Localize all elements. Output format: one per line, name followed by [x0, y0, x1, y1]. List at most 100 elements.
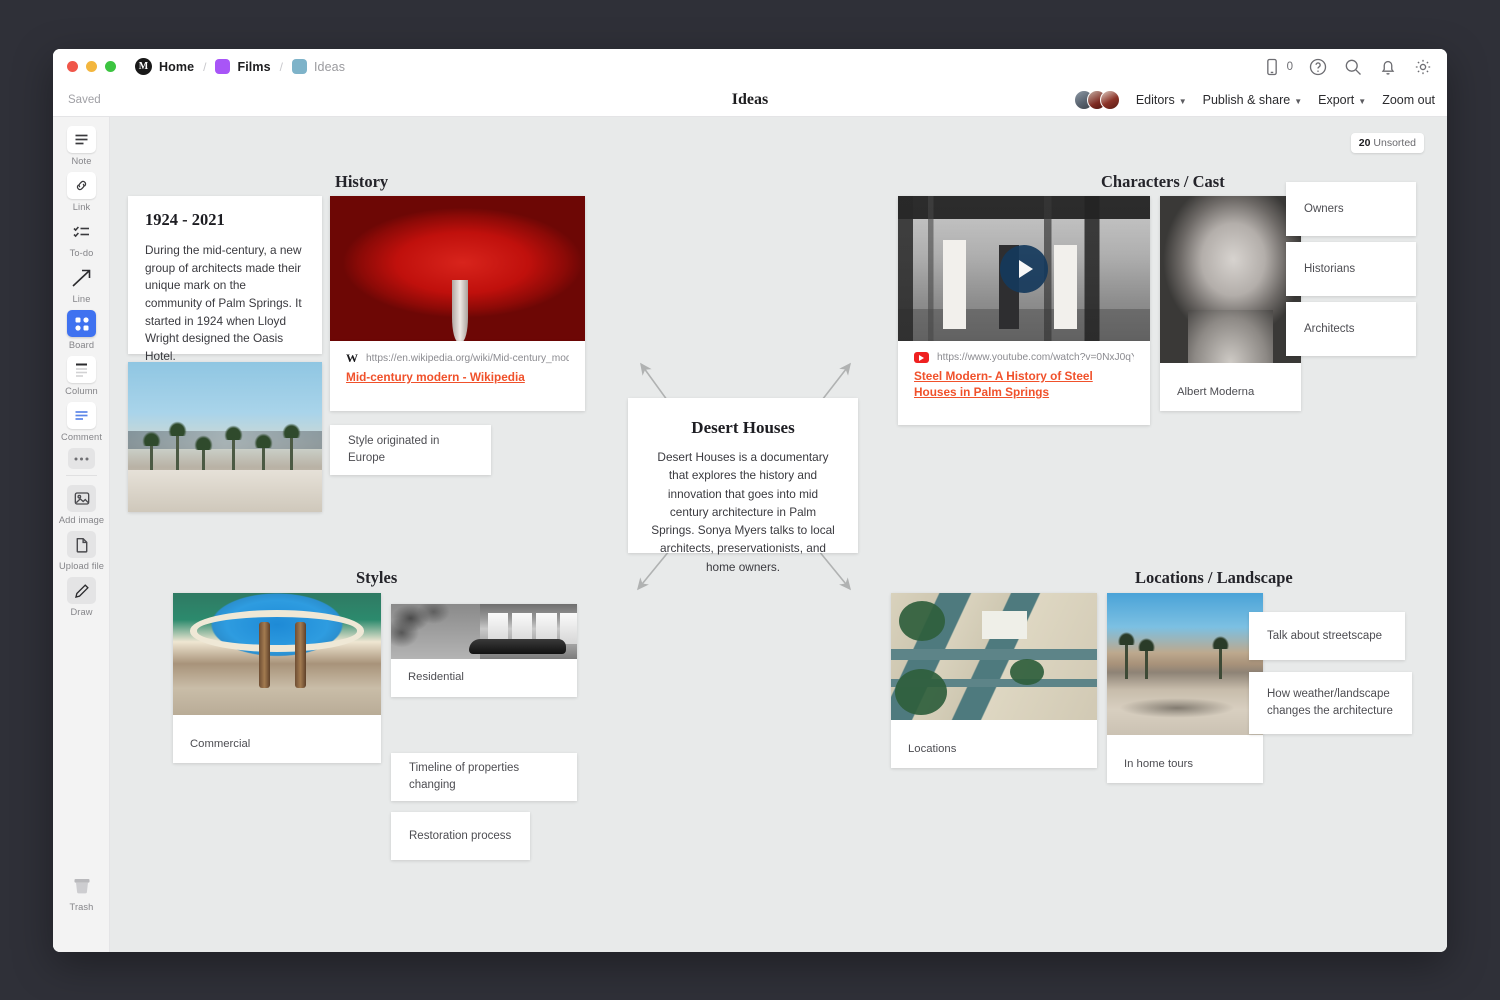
history-link-card[interactable]: W https://en.wikipedia.org/wiki/Mid-cent… [330, 341, 585, 411]
milanote-logo-icon: M [135, 58, 152, 75]
street-caption: In home tours [1107, 745, 1263, 783]
unsorted-badge[interactable]: 20 Unsorted [1351, 133, 1424, 153]
bell-icon[interactable] [1378, 57, 1398, 77]
breadcrumb-item-ideas[interactable]: Ideas [314, 60, 345, 74]
tool-label: Column [65, 386, 98, 396]
chevron-down-icon: ▼ [1294, 97, 1302, 106]
tool-label: Board [69, 340, 94, 350]
search-icon[interactable] [1343, 57, 1363, 77]
chevron-down-icon: ▼ [1179, 97, 1187, 106]
characters-video-thumbnail[interactable] [898, 196, 1150, 341]
history-note-card[interactable]: 1924 - 2021 During the mid-century, a ne… [128, 196, 322, 354]
editors-menu-label: Editors [1136, 93, 1175, 107]
center-node-card[interactable]: Desert Houses Desert Houses is a documen… [628, 398, 858, 553]
history-tag-card[interactable]: Style originated in Europe [330, 425, 491, 475]
breadcrumb-item-home[interactable]: Home [159, 60, 194, 74]
phone-icon [1262, 57, 1282, 77]
tool-label: Line [73, 294, 91, 304]
minimize-window-button[interactable] [86, 61, 97, 72]
tool-label: Trash [70, 902, 94, 912]
zoom-out-label: Zoom out [1382, 93, 1435, 107]
link-title[interactable]: Mid-century modern - Wikipedia [330, 364, 585, 400]
line-arrow-icon [67, 264, 96, 291]
characters-tag-architects[interactable]: Architects [1286, 302, 1416, 356]
tree-trunk [295, 622, 306, 688]
palm-decoration [150, 439, 153, 473]
tool-link[interactable]: Link [53, 172, 110, 212]
todo-icon [67, 218, 96, 245]
play-button[interactable] [1000, 245, 1048, 293]
aerial-photo [891, 593, 1097, 720]
board-canvas[interactable]: 20 Unsorted History 1924 - 2021 During t… [110, 117, 1447, 952]
board-square-icon-ideas [292, 59, 307, 74]
close-window-button[interactable] [67, 61, 78, 72]
history-chair-image[interactable] [330, 196, 585, 341]
locations-tag-streetscape[interactable]: Talk about streetscape [1249, 612, 1405, 660]
comment-icon [67, 402, 96, 429]
tool-todo[interactable]: To-do [53, 218, 110, 258]
residential-column [560, 613, 577, 644]
body: Note Link To-do [53, 117, 1447, 952]
tool-comment[interactable]: Comment [53, 402, 110, 442]
locations-street-card[interactable]: In home tours [1107, 593, 1263, 783]
palm-decoration [202, 443, 205, 473]
tool-add-image[interactable]: Add image [53, 485, 110, 525]
tool-board[interactable]: Board [53, 310, 110, 350]
more-dots-icon [68, 448, 95, 469]
phone-group[interactable]: 0 [1262, 57, 1293, 77]
unsorted-count: 20 [1359, 137, 1371, 149]
residential-caption: Residential [391, 658, 577, 697]
maximize-window-button[interactable] [105, 61, 116, 72]
characters-portrait-card[interactable]: Albert Moderna [1160, 196, 1301, 411]
tool-upload-file[interactable]: Upload file [53, 531, 110, 571]
trash-icon [67, 872, 96, 899]
locations-aerial-card[interactable]: Locations [891, 593, 1097, 768]
section-title-history: History [335, 172, 388, 192]
board-square-icon-films [215, 59, 230, 74]
link-title[interactable]: Steel Modern- A History of Steel Houses … [898, 363, 1150, 415]
tool-label: Add image [59, 515, 104, 525]
styles-commercial-card[interactable]: Commercial [173, 593, 381, 763]
characters-tag-owners[interactable]: Owners [1286, 182, 1416, 236]
subheader-actions: Editors ▼ Publish & share ▼ Export ▼ Zoo… [1074, 90, 1435, 110]
tool-more[interactable] [53, 448, 110, 469]
portrait-photo [1160, 196, 1301, 363]
street-photo [1107, 593, 1263, 735]
street-shadow [1119, 698, 1234, 718]
palm-decoration [290, 431, 293, 473]
editors-menu[interactable]: Editors ▼ [1136, 93, 1187, 107]
characters-link-card[interactable]: https://www.youtube.com/watch?v=0NxJ0qYn… [898, 341, 1150, 425]
tool-column[interactable]: Column [53, 356, 110, 396]
unsorted-label: Unsorted [1373, 137, 1416, 149]
residential-car [469, 639, 566, 653]
history-palm-springs-image[interactable] [128, 362, 322, 512]
locations-tag-weather[interactable]: How weather/landscape changes the archit… [1249, 672, 1412, 734]
publish-share-menu[interactable]: Publish & share ▼ [1203, 93, 1302, 107]
palm-decoration [1125, 639, 1128, 679]
tool-draw[interactable]: Draw [53, 577, 110, 617]
characters-tag-historians[interactable]: Historians [1286, 242, 1416, 296]
editor-avatars[interactable] [1074, 90, 1120, 110]
publish-share-label: Publish & share [1203, 93, 1291, 107]
aerial-greenery [899, 601, 945, 641]
tool-note[interactable]: Note [53, 126, 110, 166]
palm-decoration [176, 429, 179, 473]
tool-line[interactable]: Line [53, 264, 110, 304]
link-icon [67, 172, 96, 199]
zoom-out-button[interactable]: Zoom out [1382, 93, 1435, 107]
export-menu[interactable]: Export ▼ [1318, 93, 1366, 107]
video-photo [898, 196, 1150, 341]
breadcrumb-item-films[interactable]: Films [237, 60, 270, 74]
palm-decoration [232, 433, 235, 473]
link-url-row: https://www.youtube.com/watch?v=0NxJ0qYn [898, 341, 1150, 363]
avatar [1100, 90, 1120, 110]
tool-trash[interactable]: Trash [53, 872, 110, 912]
locations-caption: Locations [891, 730, 1097, 768]
title-bar: M Home / Films / Ideas 0 [53, 49, 1447, 84]
styles-tag-restoration[interactable]: Restoration process [391, 812, 530, 860]
gear-icon[interactable] [1413, 57, 1433, 77]
help-icon[interactable] [1308, 57, 1328, 77]
palm-decoration [262, 441, 265, 473]
styles-tag-timeline[interactable]: Timeline of properties changing [391, 753, 577, 801]
styles-residential-card[interactable]: Residential [391, 604, 577, 697]
